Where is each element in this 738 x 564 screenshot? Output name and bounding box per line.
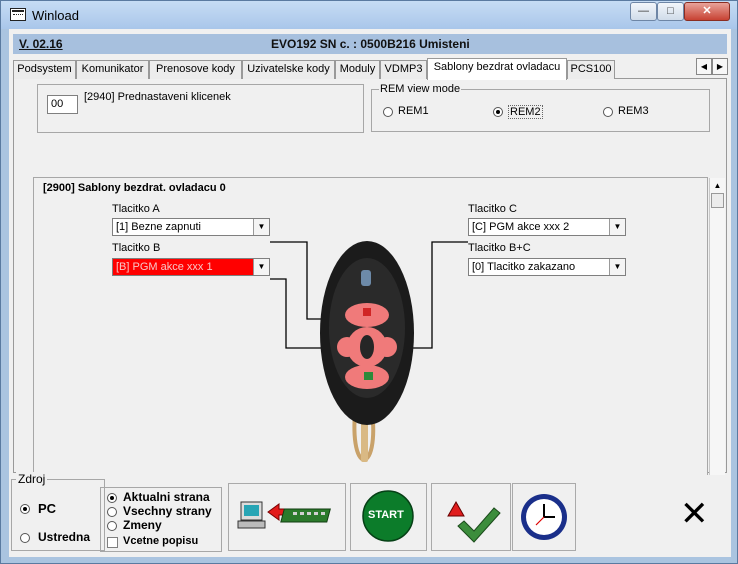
tab-sablony-bezdrat-ovladacu[interactable]: Sablony bezdrat ovladacu	[427, 58, 567, 80]
maximize-button[interactable]: □	[657, 2, 684, 21]
source-group: Zdroj PC Ustredna	[11, 472, 105, 551]
start-button[interactable]: START	[350, 483, 427, 551]
close-window-button[interactable]: ✕	[684, 2, 730, 21]
scope-changes-label[interactable]: Zmeny	[123, 518, 162, 532]
tab-moduly[interactable]: Moduly	[335, 60, 380, 79]
clock-icon	[521, 494, 567, 540]
source-panel-label[interactable]: Ustredna	[38, 530, 90, 544]
transfer-icon	[237, 501, 331, 529]
scope-all-radio[interactable]	[107, 507, 117, 517]
exit-button[interactable]: ✕	[580, 483, 727, 551]
window-title: Winload	[32, 8, 79, 23]
remote-illustration	[270, 241, 468, 463]
tab-prenosove-kody[interactable]: Prenosove kody	[149, 60, 242, 79]
panel-scrollbar[interactable]: ▲ ▼	[709, 178, 725, 494]
device-info: EVO192 SN c. : 0500B216 Umisteni	[271, 37, 470, 51]
validate-button[interactable]	[431, 483, 511, 551]
rem3-label[interactable]: REM3	[618, 105, 649, 117]
version-link[interactable]: V. 02.16	[19, 37, 63, 51]
rem3-radio[interactable]	[603, 107, 613, 117]
source-panel-radio[interactable]	[20, 533, 30, 543]
scope-current-label[interactable]: Aktualni strana	[123, 490, 210, 504]
tab-vdmp3[interactable]: VDMP3	[380, 60, 427, 79]
left-button-icon	[337, 337, 357, 357]
tab-uzivatelske-kody[interactable]: Uzivatelske kody	[242, 60, 335, 79]
right-button-icon	[377, 337, 397, 357]
client-area: V. 02.16 EVO192 SN c. : 0500B216 Umisten…	[9, 29, 731, 557]
tab-page: 00 [2940] Prednastaveni klicenek REM vie…	[13, 79, 727, 494]
minimize-button[interactable]: —	[630, 2, 657, 21]
source-pc-label[interactable]: PC	[38, 501, 56, 516]
rem1-label[interactable]: REM1	[398, 105, 429, 117]
app-icon	[10, 8, 26, 21]
close-icon: ✕	[680, 495, 709, 533]
tab-strip: Podsystem Komunikator Prenosove kody Uzi…	[13, 58, 728, 80]
tab-scroll-right-button[interactable]: ▶	[712, 58, 728, 75]
rem2-radio[interactable]	[493, 107, 503, 117]
preset-label: [2940] Prednastaveni klicenek	[84, 91, 231, 103]
preset-group: 00 [2940] Prednastaveni klicenek	[37, 84, 364, 133]
source-pc-radio[interactable]	[20, 504, 30, 514]
schedule-button[interactable]	[512, 483, 576, 551]
scope-changes-radio[interactable]	[107, 521, 117, 531]
title-bar[interactable]: Winload — □ ✕	[1, 1, 737, 29]
remote-template-panel: [2900] Sablony bezdrat. ovladacu 0 Tlaci…	[33, 177, 725, 494]
led-icon	[361, 270, 371, 286]
scope-all-label[interactable]: Vsechny strany	[123, 504, 212, 518]
rem2-label[interactable]: REM2	[508, 105, 543, 119]
scroll-up-button[interactable]: ▲	[710, 178, 725, 193]
tab-pcs100[interactable]: PCS100	[567, 60, 615, 79]
info-bar: V. 02.16 EVO192 SN c. : 0500B216 Umisten…	[13, 34, 727, 54]
validate-icon	[447, 500, 501, 543]
transfer-pc-to-panel-button[interactable]	[228, 483, 346, 551]
bottom-toolbar: Zdroj PC Ustredna Aktualni strana Vsechn…	[9, 472, 731, 557]
rem1-radio[interactable]	[383, 107, 393, 117]
rem-view-legend: REM view mode	[379, 83, 462, 95]
include-desc-checkbox[interactable]	[107, 537, 118, 548]
tab-podsystem[interactable]: Podsystem	[13, 60, 76, 79]
include-desc-label[interactable]: Vcetne popisu	[123, 535, 198, 547]
source-legend: Zdroj	[16, 472, 48, 486]
preset-code-input[interactable]: 00	[47, 95, 78, 114]
winload-window: Winload — □ ✕ V. 02.16 EVO192 SN c. : 05…	[0, 0, 738, 564]
scroll-thumb[interactable]	[711, 193, 724, 208]
tab-scroll-left-button[interactable]: ◀	[696, 58, 712, 75]
page-scope-group: Aktualni strana Vsechny strany Zmeny Vce…	[100, 487, 222, 552]
tab-komunikator[interactable]: Komunikator	[76, 60, 149, 79]
start-label: START	[368, 509, 404, 521]
rem-view-group: REM view mode REM1 REM2 REM3	[371, 83, 710, 132]
scope-current-radio[interactable]	[107, 493, 117, 503]
